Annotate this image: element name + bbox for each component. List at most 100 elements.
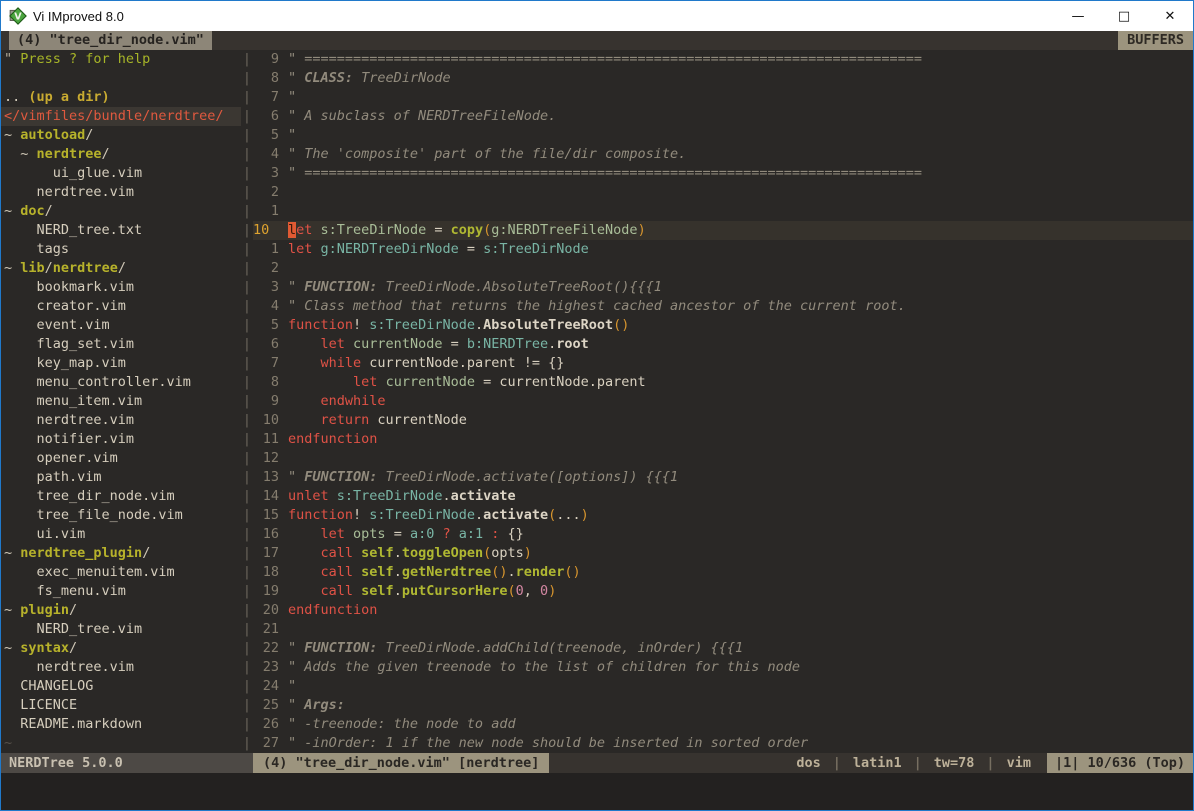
tree-row[interactable]: LICENCE	[1, 696, 241, 715]
text-segment: ~	[4, 146, 37, 162]
vertical-split-separator[interactable]: |||||||||||||||||||||||||||||||||||||	[241, 50, 253, 753]
nerdtree-panel[interactable]: " Press ? for help .. (up a dir)</vimfile…	[1, 50, 241, 753]
tree-row[interactable]: " Press ? for help	[1, 50, 241, 69]
code-row[interactable]: 2	[253, 259, 1193, 278]
code-row[interactable]: 3" =====================================…	[253, 164, 1193, 183]
code-row[interactable]: 3" FUNCTION: TreeDirNode.AbsoluteTreeRoo…	[253, 278, 1193, 297]
tree-row[interactable]: path.vim	[1, 468, 241, 487]
tree-row[interactable]: ~ lib/nerdtree/	[1, 259, 241, 278]
code-row[interactable]: 19 call self.putCursorHere(0, 0)	[253, 582, 1193, 601]
tree-row[interactable]	[1, 69, 241, 88]
tree-row[interactable]: ~ autoload/	[1, 126, 241, 145]
code-row[interactable]: 20endfunction	[253, 601, 1193, 620]
tree-row[interactable]: fs_menu.vim	[1, 582, 241, 601]
code-row[interactable]: 27" -inOrder: 1 if the new node should b…	[253, 734, 1193, 753]
code-row[interactable]: 8" CLASS: TreeDirNode	[253, 69, 1193, 88]
code-row[interactable]: 18 call self.getNerdtree().render()	[253, 563, 1193, 582]
code-row[interactable]: 13" FUNCTION: TreeDirNode.activate([opti…	[253, 468, 1193, 487]
editor-panel[interactable]: 9" =====================================…	[253, 50, 1193, 753]
tree-row[interactable]: ~ doc/	[1, 202, 241, 221]
tree-row[interactable]: key_map.vim	[1, 354, 241, 373]
tree-row[interactable]: tree_dir_node.vim	[1, 487, 241, 506]
code-row[interactable]: 17 call self.toggleOpen(opts)	[253, 544, 1193, 563]
text-segment: TreeDirNode.activate([options]) {{{1	[377, 469, 678, 485]
code-row[interactable]: 11endfunction	[253, 430, 1193, 449]
code-row[interactable]: 7"	[253, 88, 1193, 107]
code-row[interactable]: 7 while currentNode.parent != {}	[253, 354, 1193, 373]
code-row[interactable]: 6" A subclass of NERDTreeFileNode.	[253, 107, 1193, 126]
code-row[interactable]: 4" Class method that returns the highest…	[253, 297, 1193, 316]
tree-row[interactable]: ui.vim	[1, 525, 241, 544]
code-row[interactable]: 5function! s:TreeDirNode.AbsoluteTreeRoo…	[253, 316, 1193, 335]
text-segment: =	[386, 526, 410, 542]
code-row[interactable]: 12	[253, 449, 1193, 468]
text-segment: NERD_tree.vim	[4, 621, 142, 637]
text-segment: g:NERDTreeDirNode	[321, 241, 459, 257]
text-segment	[288, 545, 321, 561]
line-number: 4	[253, 297, 288, 316]
text-segment: {}	[508, 526, 524, 542]
tree-row[interactable]: NERD_tree.vim	[1, 620, 241, 639]
text-segment: Press ? for help	[20, 51, 150, 67]
tree-row[interactable]: tree_file_node.vim	[1, 506, 241, 525]
tree-row[interactable]: ~	[1, 734, 241, 753]
code-row[interactable]: 4" The 'composite' part of the file/dir …	[253, 145, 1193, 164]
text-segment: s:TreeDirNode	[483, 241, 589, 257]
code-row[interactable]: 14unlet s:TreeDirNode.activate	[253, 487, 1193, 506]
tree-row[interactable]: bookmark.vim	[1, 278, 241, 297]
code-row[interactable]: 26" -treenode: the node to add	[253, 715, 1193, 734]
tree-row[interactable]: creator.vim	[1, 297, 241, 316]
text-segment: menu_item.vim	[4, 393, 142, 409]
tree-row[interactable]: tags	[1, 240, 241, 259]
tree-row[interactable]: </vimfiles/bundle/nerdtree/	[1, 107, 241, 126]
code-row[interactable]: 1	[253, 202, 1193, 221]
text-segment: .	[508, 564, 516, 580]
tree-row[interactable]: notifier.vim	[1, 430, 241, 449]
tree-row[interactable]: menu_item.vim	[1, 392, 241, 411]
code-row[interactable]: 10 return currentNode	[253, 411, 1193, 430]
tree-row[interactable]: menu_controller.vim	[1, 373, 241, 392]
code-row[interactable]: 5"	[253, 126, 1193, 145]
tree-row[interactable]: ~ nerdtree_plugin/	[1, 544, 241, 563]
maximize-button[interactable]: □	[1101, 1, 1147, 31]
tree-row[interactable]: opener.vim	[1, 449, 241, 468]
split-separator-glyph: |	[241, 202, 253, 221]
tree-row[interactable]: ~ syntax/	[1, 639, 241, 658]
tree-row[interactable]: ~ plugin/	[1, 601, 241, 620]
code-row[interactable]: 9" =====================================…	[253, 50, 1193, 69]
tree-row[interactable]: README.markdown	[1, 715, 241, 734]
buffer-tab[interactable]: (4) "tree_dir_node.vim"	[9, 31, 212, 50]
code-row[interactable]: 10let s:TreeDirNode = copy(g:NERDTreeFil…	[253, 221, 1193, 240]
tree-row[interactable]: nerdtree.vim	[1, 411, 241, 430]
code-row[interactable]: 15function! s:TreeDirNode.activate(...)	[253, 506, 1193, 525]
code-row[interactable]: 6 let currentNode = b:NERDTree.root	[253, 335, 1193, 354]
text-segment: render	[516, 564, 565, 580]
text-segment: " ======================================…	[288, 51, 922, 67]
buffers-label[interactable]: BUFFERS	[1118, 31, 1193, 50]
code-row[interactable]: 16 let opts = a:0 ? a:1 : {}	[253, 525, 1193, 544]
code-row[interactable]: 23" Adds the given treenode to the list …	[253, 658, 1193, 677]
minimize-button[interactable]: —	[1055, 1, 1101, 31]
tree-row[interactable]: NERD_tree.txt	[1, 221, 241, 240]
code-row[interactable]: 21	[253, 620, 1193, 639]
tree-row[interactable]: nerdtree.vim	[1, 658, 241, 677]
tree-row[interactable]: ~ nerdtree/	[1, 145, 241, 164]
close-button[interactable]: ✕	[1147, 1, 1193, 31]
code-row[interactable]: 24"	[253, 677, 1193, 696]
code-row[interactable]: 8 let currentNode = currentNode.parent	[253, 373, 1193, 392]
tree-row[interactable]: event.vim	[1, 316, 241, 335]
text-segment: nerdtree.vim	[4, 412, 134, 428]
split-separator-glyph: |	[241, 487, 253, 506]
tree-row[interactable]: nerdtree.vim	[1, 183, 241, 202]
tree-row[interactable]: .. (up a dir)	[1, 88, 241, 107]
code-row[interactable]: 2	[253, 183, 1193, 202]
tree-row[interactable]: CHANGELOG	[1, 677, 241, 696]
code-row[interactable]: 1let g:NERDTreeDirNode = s:TreeDirNode	[253, 240, 1193, 259]
tree-row[interactable]: flag_set.vim	[1, 335, 241, 354]
code-row[interactable]: 9 endwhile	[253, 392, 1193, 411]
tree-row[interactable]: ui_glue.vim	[1, 164, 241, 183]
tree-row[interactable]: exec_menuitem.vim	[1, 563, 241, 582]
text-segment: ...	[556, 507, 580, 523]
code-row[interactable]: 25" Args:	[253, 696, 1193, 715]
code-row[interactable]: 22" FUNCTION: TreeDirNode.addChild(treen…	[253, 639, 1193, 658]
